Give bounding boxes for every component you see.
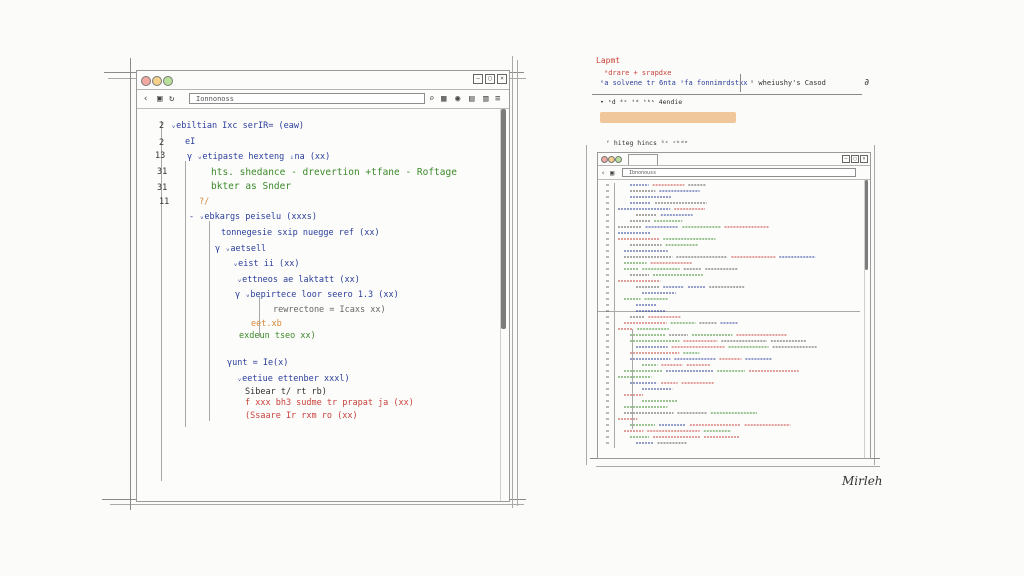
annotation-divider: [740, 74, 741, 92]
frame-line: [517, 60, 518, 506]
scrollbar-thumb[interactable]: [501, 109, 506, 329]
tab[interactable]: [628, 154, 658, 165]
camera-icon[interactable]: ◉: [455, 94, 460, 104]
code-line: ?/: [199, 197, 210, 207]
back-arrow-icon[interactable]: ‹: [601, 168, 605, 178]
toolbar: ‹ ▣ ↻ Ionnonoss ⌕ ▦ ◉ ▤ ▥ ≡: [137, 90, 509, 109]
code-line: eet.xb: [251, 319, 282, 329]
title-bar: ‒ ▢ ×: [598, 153, 870, 166]
code-sketch: [606, 184, 817, 444]
scrollbar[interactable]: [500, 109, 506, 501]
code-line: tonnegesie sxip nuegge ref (xx): [221, 228, 380, 238]
code-line: (Ssaare Ir rxm ro (xx): [245, 411, 358, 421]
frame-line: [130, 58, 131, 510]
page-icon[interactable]: ▣: [610, 168, 614, 178]
code-line: exdeun tseo xx): [239, 331, 316, 341]
maximize-dot-icon[interactable]: [163, 76, 173, 86]
close-dot-icon[interactable]: [141, 76, 151, 86]
window-caption: ᶠ hiteg hincs ⁵ᶜ ᶜᵏᵈᵉ: [606, 139, 689, 147]
maximize-dot-icon[interactable]: [615, 156, 622, 163]
code-line: rewrectone = Icaxs xx): [273, 305, 386, 315]
grid-icon[interactable]: ▤: [469, 94, 474, 104]
indent-guide: [185, 161, 186, 427]
code-line: γ ᵥbepirtece loor seero 1.3 (xx): [235, 290, 399, 300]
annotation-underline: [592, 94, 862, 95]
line-number: 2: [159, 138, 165, 148]
line-number: 31: [157, 183, 168, 193]
line-number: 2: [159, 121, 165, 131]
minimize-dot-icon[interactable]: [608, 156, 615, 163]
frame-line: [110, 504, 524, 505]
print-icon[interactable]: ▥: [483, 94, 488, 104]
code-line: - ᵥebkargs peiselu (xxxs): [189, 212, 317, 222]
signature: Mirleh: [842, 474, 883, 488]
scrollbar-thumb[interactable]: [865, 180, 868, 270]
annotation-heading: Lapmt: [596, 56, 621, 65]
minimize-icon[interactable]: ‒: [473, 74, 483, 84]
title-bar: ‒ ▢ ×: [137, 71, 509, 90]
code-line: hts. shedance - drevertion +tfane - Roft…: [211, 167, 457, 178]
code-line: f xxx bh3 sudme tr prapat ja (xx): [245, 398, 414, 408]
frame-line: [586, 145, 587, 465]
back-arrow-icon[interactable]: ‹: [143, 94, 148, 104]
annotation-mark-icon: ∂: [864, 78, 870, 88]
close-icon[interactable]: ×: [860, 155, 868, 163]
code-line: eI: [185, 137, 196, 147]
code-line: ᵥeetiue ettenber xxxl): [237, 374, 350, 384]
frame-line: [874, 145, 875, 465]
close-dot-icon[interactable]: [601, 156, 608, 163]
address-bar[interactable]: Ionnonoss: [189, 93, 425, 104]
frame-line: [512, 56, 513, 508]
highlight-bar: [600, 112, 736, 123]
code-line: Sibear t/ rt rb): [245, 387, 327, 397]
editor-window-right: ‒ ▢ × ‹ ▣ Ibnonouss: [597, 152, 871, 459]
scrollbar[interactable]: [864, 180, 868, 458]
code-line: ᵥebiltian Ixc serIR= (eaw): [171, 121, 305, 131]
code-line: ᵥettneos ae laktatt (xx): [237, 275, 360, 285]
bookmark-icon[interactable]: ▦: [441, 94, 446, 104]
toolbar: ‹ ▣ Ibnonouss: [598, 166, 870, 180]
line-number: 31: [157, 167, 168, 177]
frame-line: [596, 466, 880, 467]
search-icon[interactable]: ⌕: [429, 94, 434, 104]
code-line: γunt = Ie(x): [227, 358, 289, 368]
menu-icon[interactable]: ≡: [495, 94, 500, 104]
annotation-bullet: • ˢd ⁴ˢ ᵗᵈ ᵗᵏˢ 4endie: [600, 98, 683, 106]
indent-guide: [209, 221, 210, 421]
annotation-line: ᵉa solvene tr 6nta ˢfa fonnimrdstxx: [600, 79, 748, 87]
code-line: bkter as Snder: [211, 181, 292, 192]
line-number: 11: [159, 197, 170, 207]
minimize-icon[interactable]: ‒: [842, 155, 850, 163]
annotation-line: ˢ wheiushy's Casod: [750, 79, 826, 87]
close-icon[interactable]: ×: [497, 74, 507, 84]
code-line: γ ᵥetipaste hexteng ᵢna (xx): [187, 152, 331, 162]
editor-window-left: ‒ ▢ × ‹ ▣ ↻ Ionnonoss ⌕ ▦ ◉ ▤ ▥ ≡ 2 2 13…: [136, 70, 510, 502]
page-icon[interactable]: ▣: [157, 94, 162, 104]
address-bar[interactable]: Ibnonouss: [622, 168, 856, 177]
line-number: 13: [155, 151, 166, 161]
minimize-dot-icon[interactable]: [152, 76, 162, 86]
restore-icon[interactable]: ▢: [851, 155, 859, 163]
code-line: γ ᵥaetsell: [215, 244, 267, 254]
code-line: ᵥeist ii (xx): [233, 259, 300, 269]
reload-icon[interactable]: ↻: [169, 94, 174, 104]
restore-icon[interactable]: ▢: [485, 74, 495, 84]
annotation-line: ᵃdrare + srapdxe: [604, 69, 672, 77]
